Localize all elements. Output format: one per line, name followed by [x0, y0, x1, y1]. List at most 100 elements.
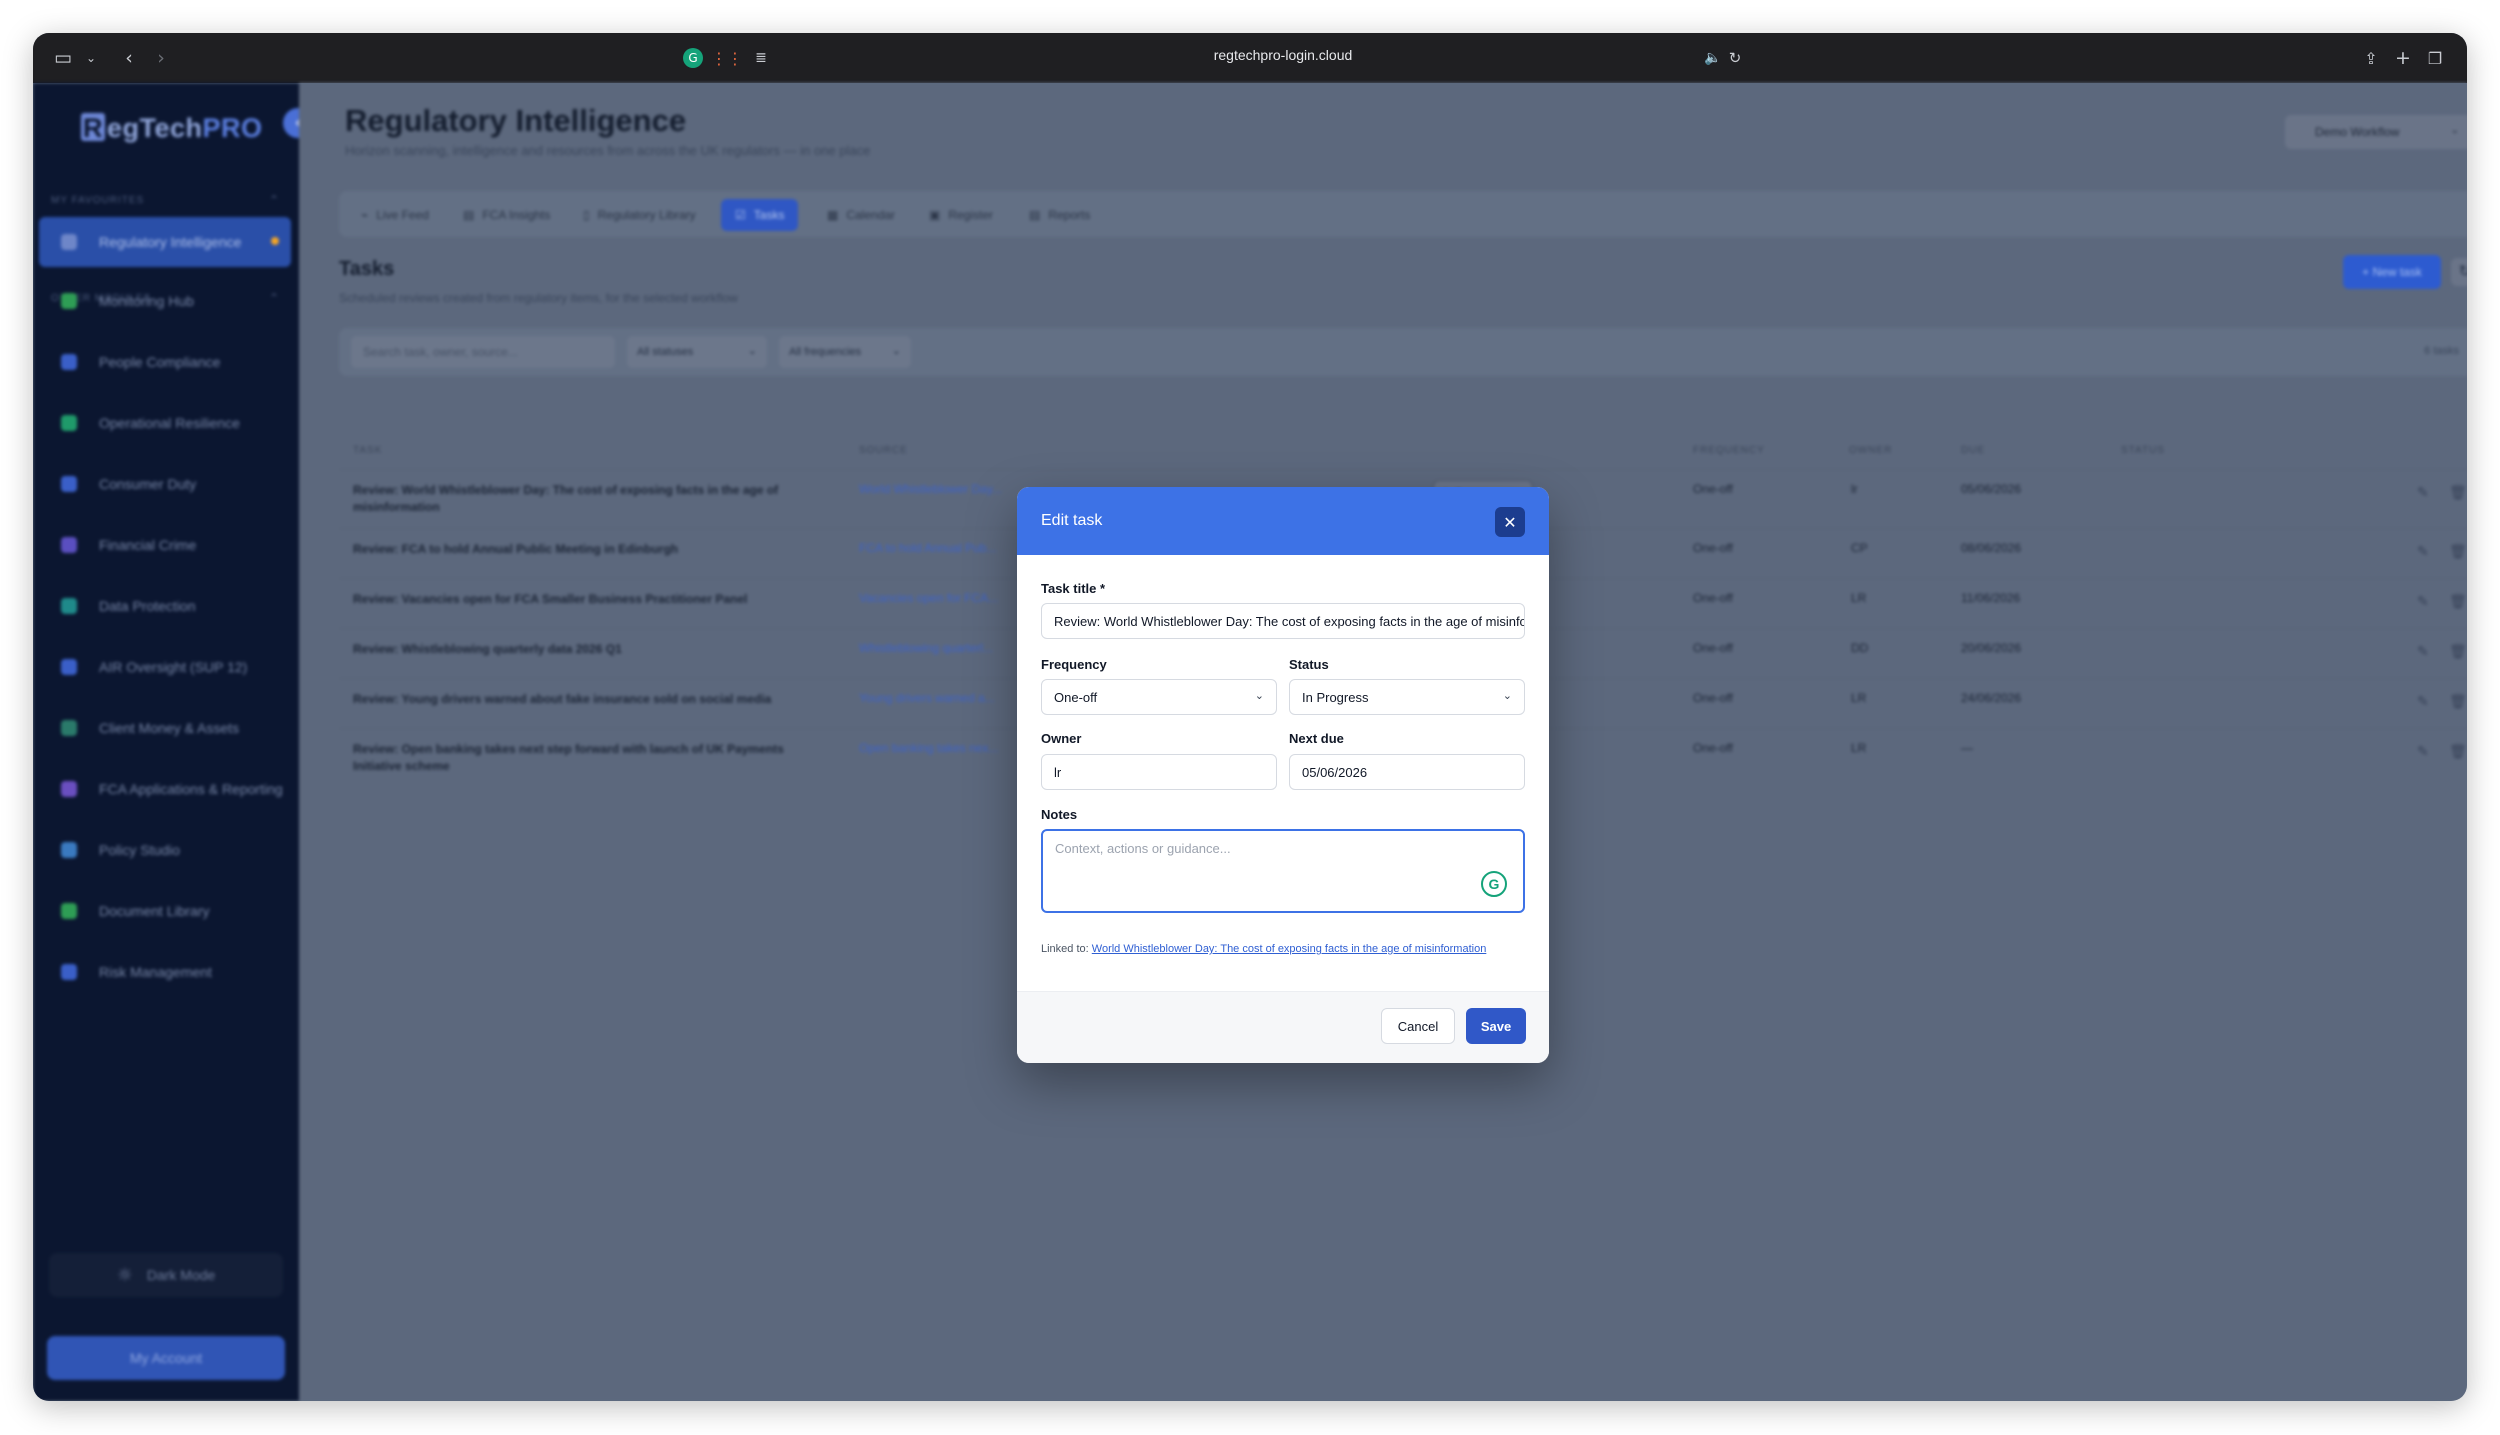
status-select[interactable]: In Progress⌄ [1289, 679, 1525, 715]
task-search-input[interactable]: Search task, owner, source... [351, 336, 615, 368]
back-icon[interactable]: ‹ [117, 46, 141, 70]
linked-source-link[interactable]: World Whistleblower Day: The cost of exp… [1092, 943, 1487, 955]
module-icon [61, 781, 77, 797]
delete-icon[interactable]: 🗑 [2449, 593, 2467, 610]
due-cell: — [1961, 741, 1973, 755]
sidebar-toggle-icon[interactable]: ▭ [51, 46, 75, 70]
new-task-button[interactable]: + New task [2343, 255, 2441, 289]
column-header-task: TASK [353, 445, 383, 456]
tab-calendar[interactable]: ▦ Calendar [813, 199, 909, 231]
module-icon [61, 720, 77, 736]
cancel-button[interactable]: Cancel [1381, 1008, 1455, 1044]
frequency-cell: One-off [1693, 691, 1733, 705]
notes-label: Notes [1041, 807, 1078, 822]
close-icon[interactable]: ✕ [1495, 507, 1525, 537]
dark-mode-toggle[interactable]: ☼ Dark Mode [49, 1253, 283, 1297]
sidebar-item-module[interactable]: Policy Studio [39, 825, 291, 875]
frequency-label: Frequency [1041, 657, 1107, 672]
sidebar-item-module[interactable]: Document Library [39, 886, 291, 936]
frequency-cell: One-off [1693, 591, 1733, 605]
source-link[interactable]: Whistleblowing quarterl... [859, 641, 993, 655]
reload-icon[interactable]: ↻ [1723, 46, 1747, 70]
module-icon [61, 537, 77, 553]
frequency-cell: One-off [1693, 641, 1733, 655]
due-cell: 20/06/2026 [1961, 641, 2022, 655]
source-link[interactable]: Open banking takes nex... [859, 741, 998, 755]
favourite-star-icon[interactable] [271, 237, 279, 245]
owner-input[interactable]: lr [1041, 754, 1277, 790]
sidebar-item-module[interactable]: FCA Applications & Reporting [39, 764, 291, 814]
chevron-down-icon[interactable]: ⌄ [79, 46, 103, 70]
owner-cell: lr [1851, 482, 1858, 496]
sidebar-item-module[interactable]: Monitoring Hub [39, 276, 291, 326]
sidebar-item-module[interactable]: AIR Oversight (SUP 12) [39, 642, 291, 692]
edit-icon[interactable]: ✎ [2417, 643, 2429, 660]
delete-icon[interactable]: 🗑 [2449, 484, 2467, 501]
tasks-subtitle: Scheduled reviews created from regulator… [339, 291, 738, 305]
sidebar-item-module[interactable]: Financial Crime [39, 520, 291, 570]
status-filter-select[interactable]: All statuses ⌄ [627, 336, 767, 368]
tab-fca-insights[interactable]: ▤ FCA Insights [449, 199, 564, 231]
grammarly-icon[interactable]: G [1481, 871, 1507, 897]
owner-cell: LR [1851, 691, 1867, 705]
source-link[interactable]: World Whistleblower Day... [859, 482, 1002, 496]
edit-icon[interactable]: ✎ [2417, 484, 2429, 501]
browser-toolbar: ▭ ⌄ ‹ › G ⋮⋮ ≣ regtechpro-login.cloud 🔈 … [33, 33, 2467, 83]
edit-icon[interactable]: ✎ [2417, 693, 2429, 710]
module-icon [61, 354, 77, 370]
delete-icon[interactable]: 🗑 [2449, 743, 2467, 760]
new-tab-icon[interactable]: + [2391, 46, 2415, 70]
column-header-frequency: FREQUENCY [1693, 445, 1765, 456]
sidebar-item-module[interactable]: Operational Resilience [39, 398, 291, 448]
owner-cell: DD [1851, 641, 1869, 655]
sidebar-item-module[interactable]: People Compliance [39, 337, 291, 387]
edit-task-dialog: Edit task ✕ Task title * Review: World W… [1017, 487, 1549, 1063]
sidebar-item-module[interactable]: Data Protection [39, 581, 291, 631]
frequency-cell: One-off [1693, 541, 1733, 555]
audio-icon[interactable]: 🔈 [1701, 46, 1725, 70]
tab-overview-icon[interactable]: ❐ [2423, 46, 2447, 70]
task-title-input[interactable]: Review: World Whistleblower Day: The cos… [1041, 603, 1525, 639]
forward-icon[interactable]: › [149, 46, 173, 70]
delete-icon[interactable]: 🗑 [2449, 643, 2467, 660]
delete-icon[interactable]: 🗑 [2449, 693, 2467, 710]
edit-icon[interactable]: ✎ [2417, 593, 2429, 610]
chevron-up-icon[interactable]: ⌃ [269, 193, 280, 207]
notes-textarea[interactable]: Context, actions or guidance... G [1041, 829, 1525, 913]
page-settings-icon[interactable]: ≣ [749, 46, 773, 70]
dialog-footer: Cancel Save [1017, 991, 1549, 1063]
source-link[interactable]: FCA to hold Annual Pub... [859, 541, 996, 555]
sidebar-item-module[interactable]: Risk Management [39, 947, 291, 997]
source-link[interactable]: Young drivers warned a... [859, 691, 995, 705]
address-bar[interactable]: regtechpro-login.cloud [1183, 47, 1383, 63]
save-button[interactable]: Save [1466, 1008, 1526, 1044]
source-link[interactable]: Vacancies open for FCA... [859, 591, 998, 605]
tab-tasks[interactable]: ☑ Tasks [721, 199, 799, 231]
refresh-icon[interactable]: ↻ [2451, 258, 2467, 286]
due-cell: 08/06/2026 [1961, 541, 2022, 555]
filter-bar: Search task, owner, source... All status… [339, 328, 2467, 376]
share-icon[interactable]: ⇪ [2359, 46, 2383, 70]
next-due-date-input[interactable]: 05/06/2026 [1289, 754, 1525, 790]
tab-live-feed[interactable]: ⌁ Live Feed [347, 199, 443, 231]
edit-icon[interactable]: ✎ [2417, 743, 2429, 760]
module-icon [61, 659, 77, 675]
task-cell: Review: Vacancies open for FCA Smaller B… [353, 592, 748, 606]
frequency-select[interactable]: One-off ⌄ [1041, 679, 1277, 715]
tab-reports[interactable]: ▤ Reports [1015, 199, 1104, 231]
sidebar-item-regulatory-intelligence[interactable]: Regulatory Intelligence [39, 217, 291, 267]
tab-register[interactable]: ▣ Register [915, 199, 1007, 231]
tab-regulatory-library[interactable]: ▯ Regulatory Library [569, 199, 710, 231]
apps-grid-icon[interactable]: ⋮⋮ [711, 46, 743, 70]
chevron-down-icon: ⌄ [891, 345, 901, 357]
workflow-selector[interactable]: Demo Workflow ⌄ [2285, 115, 2467, 149]
module-icon [61, 964, 77, 980]
my-account-button[interactable]: My Account [47, 1336, 285, 1380]
linked-source: Linked to: World Whistleblower Day: The … [1041, 943, 1487, 955]
sidebar-item-module[interactable]: Consumer Duty [39, 459, 291, 509]
frequency-filter-select[interactable]: All frequencies ⌄ [779, 336, 911, 368]
sidebar-item-module[interactable]: Client Money & Assets [39, 703, 291, 753]
grammarly-extension-icon[interactable]: G [683, 48, 703, 68]
edit-icon[interactable]: ✎ [2417, 543, 2429, 560]
delete-icon[interactable]: 🗑 [2449, 543, 2467, 560]
